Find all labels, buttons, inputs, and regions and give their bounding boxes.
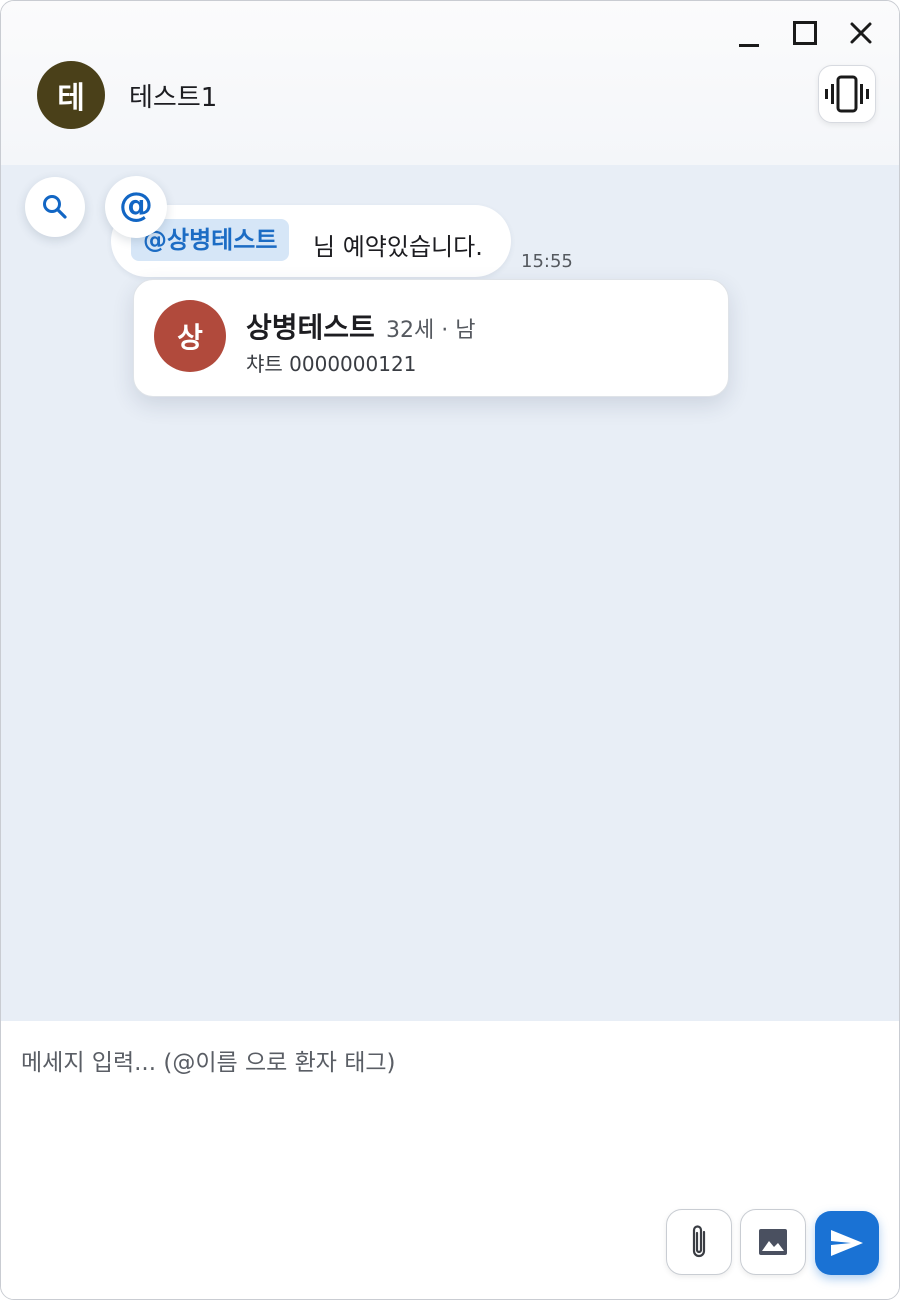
message-list: @ @상병테스트 님 예약있습니다. 15:55 상 상병테스트 32세 · 남… bbox=[1, 165, 899, 1021]
chat-header: 테 테스트1 bbox=[1, 1, 899, 165]
message-bubble: @상병테스트 님 예약있습니다. bbox=[111, 205, 511, 277]
paperclip-icon bbox=[692, 1225, 706, 1258]
mention-button[interactable]: @ bbox=[105, 176, 167, 238]
message-input[interactable] bbox=[21, 1043, 881, 1083]
patient-age-sex: 32세 · 남 bbox=[386, 318, 476, 343]
chat-window: 테 테스트1 @ @상병테스트 님 예약있습니다. 15:55 상 상병테스트 … bbox=[0, 0, 900, 1300]
close-icon bbox=[850, 22, 872, 44]
message-timestamp: 15:55 bbox=[521, 251, 573, 272]
image-icon bbox=[759, 1229, 787, 1255]
search-icon bbox=[43, 195, 67, 219]
search-button[interactable] bbox=[25, 177, 85, 237]
vibrate-icon bbox=[825, 75, 869, 113]
patient-chart-number: 챠트 0000000121 bbox=[246, 352, 417, 376]
vibrate-button[interactable] bbox=[818, 65, 876, 123]
message-composer bbox=[1, 1021, 899, 1299]
chat-title: 테스트1 bbox=[129, 83, 218, 113]
send-icon bbox=[831, 1230, 863, 1256]
patient-card[interactable]: 상 상병테스트 32세 · 남 챠트 0000000121 bbox=[133, 279, 729, 397]
message-text: 님 예약있습니다. bbox=[313, 233, 483, 261]
patient-avatar: 상 bbox=[154, 300, 226, 372]
avatar: 테 bbox=[37, 61, 105, 129]
send-button[interactable] bbox=[815, 1211, 879, 1275]
attach-file-button[interactable] bbox=[666, 1209, 732, 1275]
minimize-button[interactable] bbox=[729, 15, 769, 51]
maximize-button[interactable] bbox=[785, 15, 825, 51]
patient-name: 상병테스트 bbox=[246, 311, 375, 344]
close-button[interactable] bbox=[841, 15, 881, 51]
attach-image-button[interactable] bbox=[740, 1209, 806, 1275]
at-sign-icon: @ bbox=[119, 185, 153, 225]
